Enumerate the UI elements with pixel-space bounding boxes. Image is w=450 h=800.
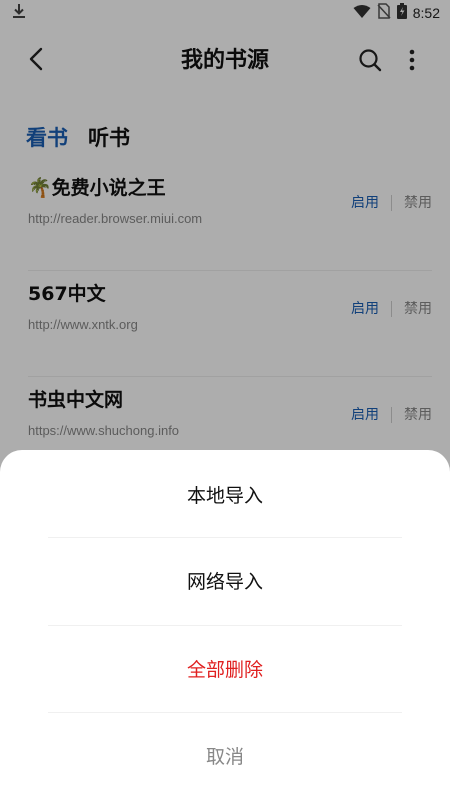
network-import-label: 网络导入 (186, 571, 263, 593)
delete-all-label: 全部删除 (186, 659, 263, 681)
network-import-button[interactable]: 网络导入 (48, 538, 402, 626)
action-bottom-sheet: 本地导入 网络导入 全部删除 取消 (0, 450, 450, 800)
cancel-label: 取消 (205, 746, 244, 768)
delete-all-button[interactable]: 全部删除 (48, 626, 402, 714)
local-import-label: 本地导入 (186, 485, 263, 507)
local-import-button[interactable]: 本地导入 (48, 452, 402, 540)
cancel-button[interactable]: 取消 (48, 713, 402, 800)
